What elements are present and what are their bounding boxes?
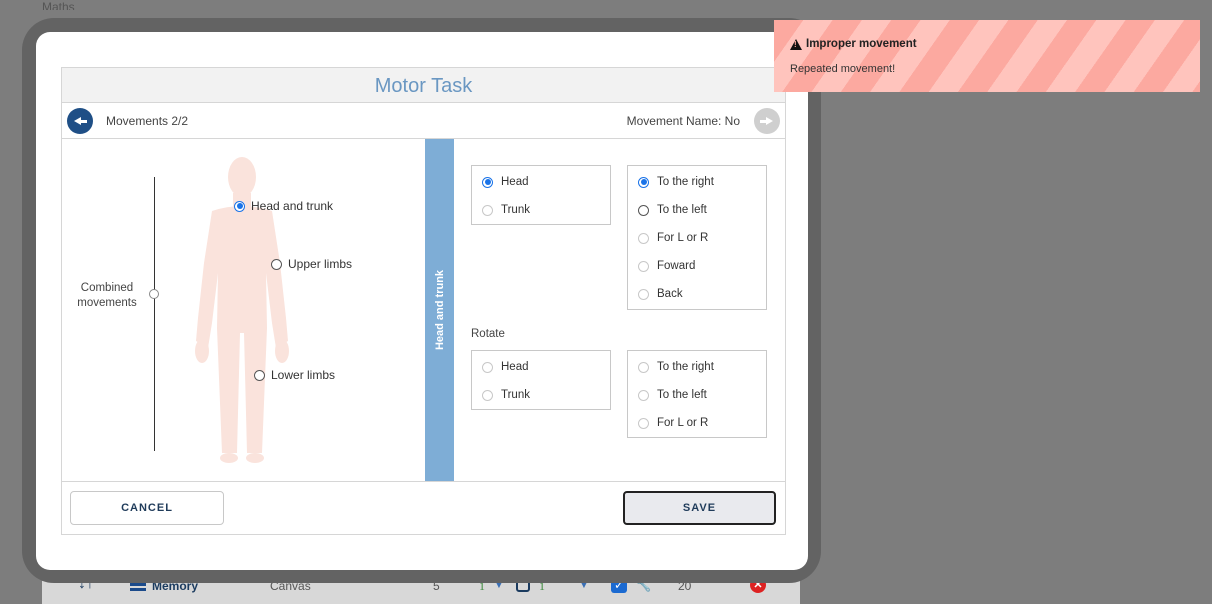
group1-parts-box: Head Trunk <box>471 165 611 225</box>
improper-movement-toast[interactable]: Improper movement Repeated movement! <box>774 20 1200 92</box>
rotate-option-head[interactable]: Head <box>482 361 529 373</box>
radio-head[interactable] <box>482 176 493 188</box>
option-back[interactable]: Back <box>638 288 683 300</box>
dialog-footer: CANCEL SAVE <box>61 482 786 535</box>
movement-navigation: Movements 2/2 Movement Name: No <box>61 103 786 139</box>
combined-movements-label: Combined movements <box>77 282 137 309</box>
combined-movements-radio[interactable] <box>149 289 159 299</box>
body-part-head-and-trunk[interactable]: Head and trunk <box>234 199 333 213</box>
combined-movements-line <box>154 177 155 451</box>
group1-directions-box: To the right To the left For L or R Fowa… <box>627 165 767 310</box>
section-tab: Head and trunk <box>425 139 454 481</box>
body-part-lower-limbs[interactable]: Lower limbs <box>254 368 335 382</box>
body-part-label: Head and trunk <box>251 199 334 213</box>
toast-message: Repeated movement! <box>790 63 896 75</box>
rotate-label: Rotate <box>471 328 505 340</box>
previous-arrow-icon[interactable] <box>67 108 93 134</box>
radio-lower-limbs[interactable] <box>254 369 265 381</box>
radio-rotate-to-the-right[interactable] <box>638 361 649 373</box>
option-for-l-or-r[interactable]: For L or R <box>638 232 708 244</box>
movements-counter: Movements 2/2 <box>106 114 189 128</box>
dialog-content: Combined movements Head and trunk Upper … <box>61 139 786 482</box>
toast-title: Improper movement <box>790 38 917 50</box>
group2-parts-box: Head Trunk <box>471 350 611 410</box>
warning-icon <box>790 38 802 50</box>
rotate-option-for-l-or-r[interactable]: For L or R <box>638 417 708 429</box>
radio-rotate-trunk[interactable] <box>482 389 493 401</box>
radio-foward[interactable] <box>638 260 649 272</box>
save-button[interactable]: SAVE <box>623 491 776 525</box>
radio-to-the-right[interactable] <box>638 176 649 188</box>
radio-rotate-head[interactable] <box>482 361 493 373</box>
radio-back[interactable] <box>638 288 649 300</box>
option-head[interactable]: Head <box>482 176 529 188</box>
next-arrow-icon[interactable] <box>754 108 780 134</box>
movement-name: Movement Name: No <box>626 114 740 128</box>
dialog-title: Motor Task <box>61 67 786 103</box>
option-to-the-right[interactable]: To the right <box>638 176 714 188</box>
radio-head-and-trunk[interactable] <box>234 200 245 212</box>
radio-trunk[interactable] <box>482 204 493 216</box>
rotate-option-to-the-right[interactable]: To the right <box>638 361 714 373</box>
radio-for-l-or-r[interactable] <box>638 232 649 244</box>
option-trunk[interactable]: Trunk <box>482 204 530 216</box>
body-part-label: Lower limbs <box>271 368 336 382</box>
radio-to-the-left[interactable] <box>638 204 649 216</box>
body-part-upper-limbs[interactable]: Upper limbs <box>271 257 352 271</box>
cancel-button[interactable]: CANCEL <box>70 491 224 525</box>
radio-rotate-for-l-or-r[interactable] <box>638 417 649 429</box>
rotate-option-to-the-left[interactable]: To the left <box>638 389 707 401</box>
body-part-label: Upper limbs <box>288 257 353 271</box>
radio-upper-limbs[interactable] <box>271 258 282 270</box>
option-foward[interactable]: Foward <box>638 260 695 272</box>
group2-directions-box: To the right To the left For L or R <box>627 350 767 438</box>
radio-rotate-to-the-left[interactable] <box>638 389 649 401</box>
rotate-option-trunk[interactable]: Trunk <box>482 389 530 401</box>
background-top-label: Maths <box>42 0 75 10</box>
option-to-the-left[interactable]: To the left <box>638 204 707 216</box>
